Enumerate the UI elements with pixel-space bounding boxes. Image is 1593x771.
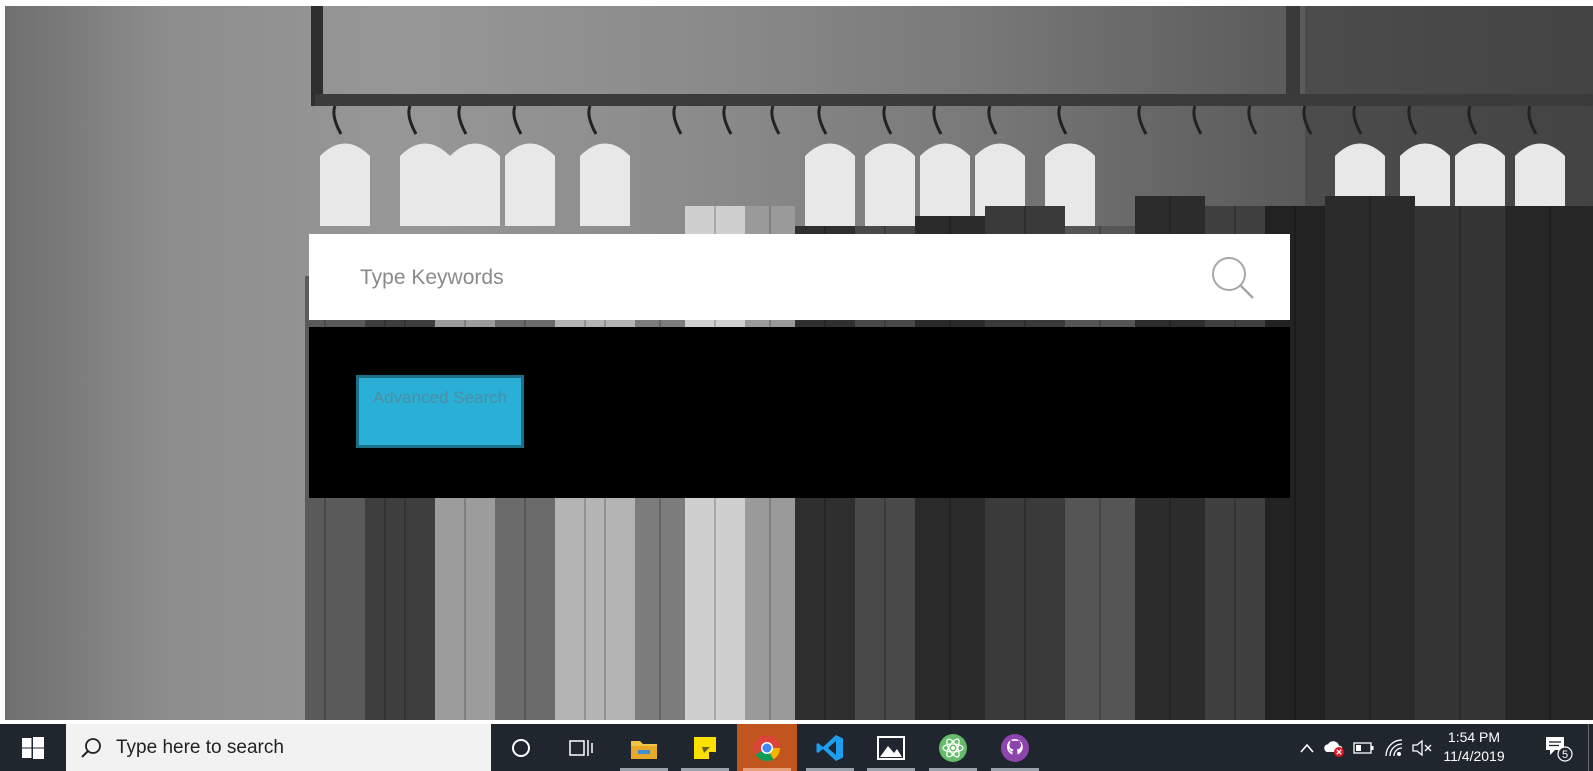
clock-time: 1:54 PM <box>1447 729 1501 745</box>
advanced-search-panel: Advanced Search <box>309 327 1290 498</box>
show-desktop-button[interactable] <box>1588 724 1593 771</box>
start-button[interactable] <box>0 724 66 771</box>
notification-count: 5 <box>1562 749 1568 761</box>
atom-icon <box>939 733 967 762</box>
keyword-search-input[interactable] <box>358 256 1182 300</box>
vscode-button[interactable] <box>800 724 860 771</box>
chrome-icon <box>754 734 781 761</box>
task-view-button[interactable] <box>551 724 611 771</box>
github-icon <box>1001 733 1029 762</box>
search-button[interactable] <box>1209 254 1257 302</box>
keyword-search-bar <box>309 234 1290 320</box>
search-icon <box>81 737 101 758</box>
file-explorer-button[interactable] <box>614 724 674 771</box>
chevron-up-icon <box>1300 743 1314 753</box>
sticky-notes-button[interactable] <box>675 724 735 771</box>
onedrive-tray-button[interactable] <box>1321 724 1349 771</box>
cortana-icon <box>512 738 530 757</box>
wifi-icon <box>1385 738 1403 756</box>
advanced-search-button[interactable]: Advanced Search <box>356 375 524 448</box>
photos-icon <box>877 735 905 760</box>
github-desktop-button[interactable] <box>985 724 1045 771</box>
sticky-notes-icon <box>694 736 716 759</box>
atom-button[interactable] <box>923 724 983 771</box>
battery-tray-button[interactable] <box>1350 724 1378 771</box>
action-center-button[interactable]: 5 <box>1538 724 1578 771</box>
onedrive-error-icon <box>1324 740 1344 757</box>
photos-button[interactable] <box>861 724 921 771</box>
battery-icon <box>1353 741 1374 754</box>
cortana-button[interactable] <box>491 724 551 771</box>
vscode-icon <box>816 734 843 761</box>
windows-taskbar: Type here to search 1:54 PM 11/4/2019 5 <box>0 724 1593 771</box>
clock-date: 11/4/2019 <box>1443 748 1505 764</box>
notification-icon: 5 <box>1546 736 1573 762</box>
task-view-icon <box>569 739 593 756</box>
file-explorer-icon <box>631 740 657 759</box>
taskbar-search-box[interactable]: Type here to search <box>66 724 491 771</box>
volume-muted-icon <box>1412 739 1432 756</box>
network-tray-button[interactable] <box>1380 724 1408 771</box>
chrome-button[interactable] <box>737 724 797 771</box>
volume-tray-button[interactable] <box>1408 724 1436 771</box>
show-hidden-icons-button[interactable] <box>1295 724 1319 771</box>
taskbar-search-placeholder: Type here to search <box>116 736 284 758</box>
magnifier-icon <box>1212 257 1254 299</box>
taskbar-clock[interactable]: 1:54 PM 11/4/2019 <box>1434 728 1514 766</box>
windows-logo-icon <box>22 736 44 759</box>
